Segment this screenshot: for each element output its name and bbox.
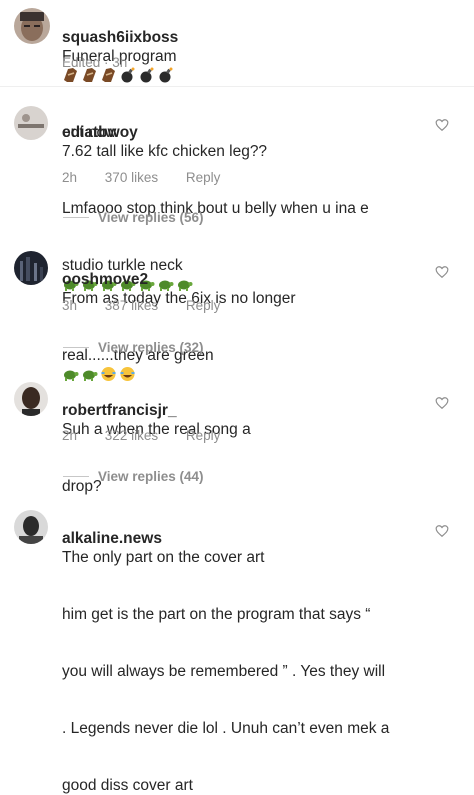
comment-text: ooshmove2 From as today the 6ix is no lo… xyxy=(62,251,442,384)
comment-text-line1: The only part on the cover art xyxy=(62,549,265,566)
divider xyxy=(0,86,474,87)
comment-robertfrancisjr: robertfrancisjr_ Suh a when the real son… xyxy=(0,368,474,495)
reply-button[interactable]: Reply xyxy=(186,298,221,313)
avatar[interactable] xyxy=(14,251,48,285)
comment-meta: 2h 322 likes Reply xyxy=(62,428,244,443)
heart-icon[interactable] xyxy=(435,396,449,410)
comment-text-line4: . Legends never die lol . Unuh can’t eve… xyxy=(62,720,390,737)
view-replies-button[interactable]: View replies (32) xyxy=(98,340,204,355)
caption-username[interactable]: squash6iixboss xyxy=(62,29,178,46)
comment-text-line1: 7.62 tall like kfc chicken leg?? xyxy=(62,143,268,160)
avatar[interactable] xyxy=(14,106,48,140)
heart-icon[interactable] xyxy=(435,524,449,538)
comment-ooshmove2: ooshmove2 From as today the 6ix is no lo… xyxy=(0,237,474,381)
comment-likes[interactable]: 370 likes xyxy=(105,170,158,185)
comment-alkaline-news: alkaline.news The only part on the cover… xyxy=(0,498,474,794)
comment-meta: 2h 370 likes Reply xyxy=(62,170,244,185)
comment-text-line3: you will always be remembered ” . Yes th… xyxy=(62,663,386,680)
caption-post: squash6iixboss Funeral program out now E… xyxy=(0,0,474,141)
bomb-icon xyxy=(140,67,154,83)
view-replies-button[interactable]: View replies (56) xyxy=(98,210,204,225)
replies-line xyxy=(63,476,89,477)
comment-username[interactable]: alkaline.news xyxy=(62,530,162,547)
bomb-icon xyxy=(159,67,173,83)
avatar[interactable] xyxy=(14,510,48,544)
replies-line xyxy=(63,347,89,348)
comment-meta: 3h 387 likes Reply xyxy=(62,298,244,313)
comment-likes[interactable]: 322 likes xyxy=(105,428,158,443)
comment-ediatbwoy: ediatbwoy 7.62 tall like kfc chicken leg… xyxy=(0,92,474,291)
replies-line xyxy=(63,217,89,218)
caption-meta: Edited · 3h xyxy=(62,55,128,70)
avatar[interactable] xyxy=(14,382,48,416)
comment-time: 2h xyxy=(62,428,78,443)
comment-text: alkaline.news The only part on the cover… xyxy=(62,510,452,795)
comment-username[interactable]: ooshmove2 xyxy=(62,271,148,288)
reply-button[interactable]: Reply xyxy=(186,428,221,443)
comment-time: 3h xyxy=(62,298,78,313)
comment-username[interactable]: robertfrancisjr_ xyxy=(62,402,177,419)
avatar[interactable] xyxy=(14,8,50,44)
heart-icon[interactable] xyxy=(435,265,449,279)
heart-icon[interactable] xyxy=(435,118,449,132)
comment-time: 2h xyxy=(62,170,78,185)
comment-text-line2: drop? xyxy=(62,478,102,495)
comment-likes[interactable]: 387 likes xyxy=(105,298,158,313)
comment-text-line5: good diss cover art xyxy=(62,777,193,794)
comment-username[interactable]: ediatbwoy xyxy=(62,124,138,141)
view-replies-button[interactable]: View replies (44) xyxy=(98,469,204,484)
reply-button[interactable]: Reply xyxy=(186,170,221,185)
